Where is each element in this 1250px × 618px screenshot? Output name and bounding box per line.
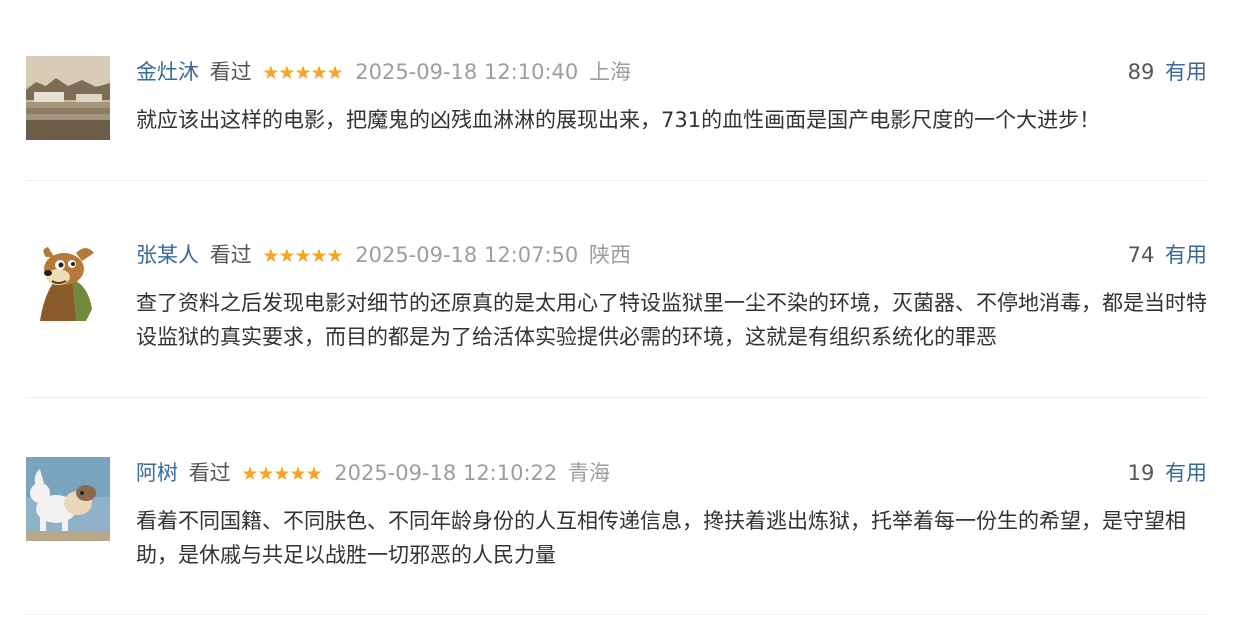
username-link[interactable]: 张某人: [136, 243, 199, 267]
comment-item: 阿树 看过 ★★★★★ 2025-09-18 12:10:22 青海 19 有用…: [26, 457, 1207, 567]
comment-list: 金灶沐 看过 ★★★★★ 2025-09-18 12:10:40 上海 89 有…: [0, 0, 1250, 618]
comment-location: 上海: [588, 60, 631, 84]
comment-location: 青海: [567, 461, 610, 485]
comment-meta: 阿树 看过 ★★★★★ 2025-09-18 12:10:22 青海: [136, 457, 610, 489]
useful-button[interactable]: 有用: [1165, 60, 1207, 84]
rating-stars: ★★★★★: [241, 457, 322, 489]
star-icon: ★★★★★: [241, 463, 322, 485]
username-link[interactable]: 金灶沐: [136, 60, 199, 84]
divider: [26, 180, 1207, 181]
star-icon: ★★★★★: [262, 245, 343, 267]
star-icon: ★★★★★: [262, 62, 343, 84]
vote-area: 89 有用: [1128, 56, 1207, 88]
avatar-cartoon-weasel-image: [26, 239, 110, 323]
username-link[interactable]: 阿树: [136, 461, 178, 485]
vote-count: 19: [1127, 461, 1155, 485]
comment-meta: 张某人 看过 ★★★★★ 2025-09-18 12:07:50 陕西: [136, 239, 631, 271]
avatar-dog-image: [26, 457, 110, 541]
watch-status: 看过: [209, 60, 252, 84]
useful-button[interactable]: 有用: [1165, 461, 1207, 485]
vote-count: 74: [1127, 243, 1155, 267]
comment-item: 金灶沐 看过 ★★★★★ 2025-09-18 12:10:40 上海 89 有…: [26, 56, 1207, 146]
rating-stars: ★★★★★: [262, 239, 343, 271]
comment-content: 查了资料之后发现电影对细节的还原真的是太用心了特设监狱里一尘不染的环境，灭菌器、…: [136, 291, 1207, 349]
vote-count: 89: [1127, 60, 1155, 84]
comment-time: 2025-09-18 12:10:40: [355, 60, 579, 84]
avatar-landscape-image: [26, 56, 110, 140]
watch-status: 看过: [188, 461, 231, 485]
comment-time: 2025-09-18 12:07:50: [355, 243, 579, 267]
comment-location: 陕西: [588, 243, 631, 267]
comment-item: 张某人 看过 ★★★★★ 2025-09-18 12:07:50 陕西 74 有…: [26, 239, 1207, 349]
comment-content: 看着不同国籍、不同肤色、不同年龄身份的人互相传递信息，搀扶着逃出炼狱，托举着每一…: [136, 509, 1186, 567]
rating-stars: ★★★★★: [262, 56, 343, 88]
useful-button[interactable]: 有用: [1165, 243, 1207, 267]
avatar[interactable]: [26, 239, 110, 323]
divider: [26, 397, 1207, 398]
comment-content: 就应该出这样的电影，把魔鬼的凶残血淋淋的展现出来，731的血性画面是国产电影尺度…: [136, 108, 1101, 132]
watch-status: 看过: [209, 243, 252, 267]
avatar[interactable]: [26, 457, 110, 541]
divider: [26, 614, 1207, 615]
vote-area: 74 有用: [1128, 239, 1207, 271]
vote-area: 19 有用: [1128, 457, 1207, 489]
comment-time: 2025-09-18 12:10:22: [334, 461, 558, 485]
avatar[interactable]: [26, 56, 110, 140]
comment-meta: 金灶沐 看过 ★★★★★ 2025-09-18 12:10:40 上海: [136, 56, 631, 88]
